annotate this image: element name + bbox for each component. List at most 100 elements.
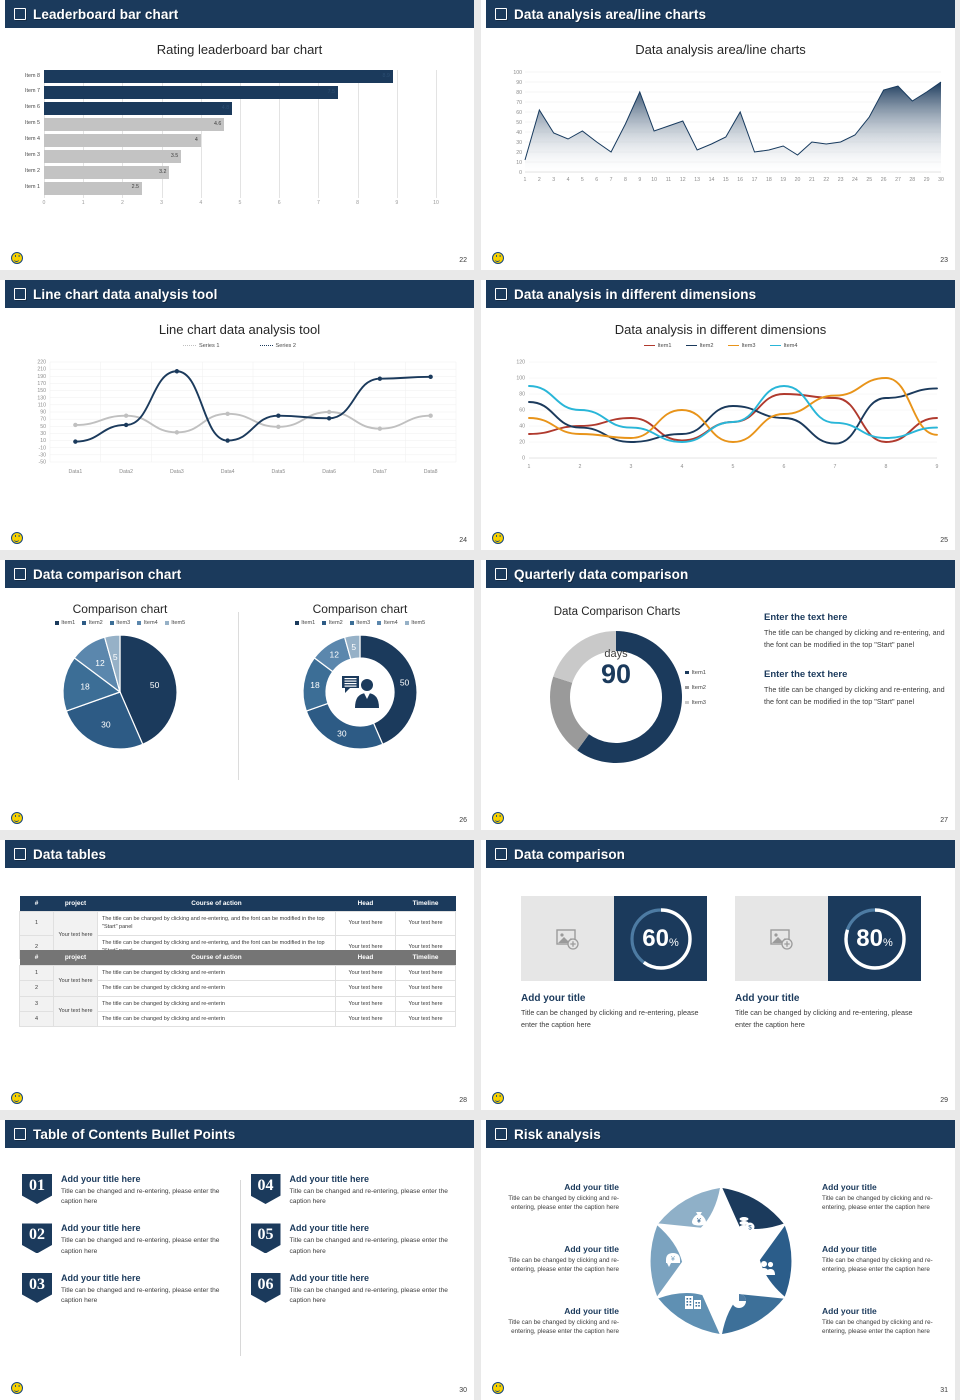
x-tick-label: 6 xyxy=(595,177,598,183)
toc-number-badge: 05 xyxy=(250,1223,281,1254)
cell-head[interactable]: Your text here xyxy=(335,995,396,1012)
cell-timeline[interactable]: Your text here xyxy=(395,911,456,936)
image-placeholder-1[interactable] xyxy=(521,896,614,981)
legend-item: Item4 xyxy=(377,620,398,626)
slide-data-comparison-chart[interactable]: Data comparison chart Comparison chart I… xyxy=(0,560,479,830)
table-row[interactable]: 1 Your text here The title can be changed … xyxy=(19,911,456,959)
legend-label: Series 1 xyxy=(198,343,220,349)
cell-project[interactable]: Your text here xyxy=(53,995,98,1027)
series-point xyxy=(73,422,78,428)
series-point xyxy=(123,422,129,428)
comparison-card-1[interactable]: 60 % Add your title Title can be changed… xyxy=(521,896,707,1030)
toc-item-05[interactable]: 05 Add your title here Title can be change… xyxy=(250,1223,458,1256)
y-tick-label: 190 xyxy=(37,374,46,380)
cell-project[interactable]: Your text here xyxy=(53,965,98,997)
table-column-header: project xyxy=(53,950,98,966)
slide-leaderboard-bar-chart[interactable]: Leaderboard bar chart Rating leaderboard… xyxy=(0,0,479,270)
page-number: 25 xyxy=(940,537,948,544)
smiley-icon xyxy=(11,1382,23,1394)
right-rail xyxy=(474,1120,479,1400)
cell-head[interactable]: Your text here xyxy=(335,911,396,936)
slide-data-comparison-percent[interactable]: Data comparison 60 % Add your title Titl… xyxy=(481,840,960,1110)
bar-value-label: 4.8 xyxy=(221,104,230,111)
bar-value-label: 7.5 xyxy=(327,88,335,95)
pinwheel-segment[interactable] xyxy=(758,1222,793,1300)
slide-header-title: Data analysis area/line charts xyxy=(514,6,707,22)
table-row[interactable]: 3 Your text here The title can be changed … xyxy=(19,995,456,1027)
cell-timeline[interactable]: Your text here xyxy=(395,980,456,997)
risk-item-left-2: Add your title Title can be changed by c… xyxy=(491,1244,619,1275)
slide-area-line-charts[interactable]: Data analysis area/line charts Data anal… xyxy=(481,0,960,270)
x-tick-label: 30 xyxy=(938,177,944,183)
x-tick-label: Data3 xyxy=(170,469,184,475)
image-placeholder-2[interactable] xyxy=(735,896,828,981)
y-tick-label: 60 xyxy=(519,408,525,414)
cell-head[interactable]: Your text here xyxy=(335,980,396,997)
card-1-body: Title can be changed by clicking and re-… xyxy=(521,1008,699,1029)
slide-data-tables[interactable]: Data tables # project Course of action Head… xyxy=(0,840,479,1110)
toc-item-01[interactable]: 01 Add your title here Title can be change… xyxy=(22,1174,229,1207)
slide-line-chart-tool[interactable]: Line chart data analysis tool Line chart… xyxy=(0,280,479,550)
y-tick-label: 10 xyxy=(516,160,522,166)
comparison-card-2[interactable]: 80 % Add your title Title can be changed… xyxy=(735,896,921,1030)
y-tick-label: 100 xyxy=(516,376,525,382)
cell-timeline[interactable]: Your text here xyxy=(395,995,456,1012)
toc-item-body: Title can be changed and re-entering, pl… xyxy=(61,1188,220,1206)
cell-head[interactable]: Your text here xyxy=(335,964,396,982)
slide-risk-analysis[interactable]: Risk analysis Add your title Title can b… xyxy=(481,1120,960,1400)
pie-value-label: 30 xyxy=(101,719,111,729)
donut-slice[interactable] xyxy=(553,631,616,683)
pinwheel-segment[interactable] xyxy=(720,1292,787,1336)
cell-index: 3 xyxy=(19,995,54,1012)
y-tick-label: 0 xyxy=(519,170,522,176)
toc-item-06[interactable]: 06 Add your title here Title can be change… xyxy=(250,1272,458,1306)
cell-head[interactable]: Your text here xyxy=(335,1010,396,1028)
risk-left-1-body: Title can be changed by clicking and re-… xyxy=(508,1195,619,1212)
bar-row: Item 7 7.5 xyxy=(25,85,436,100)
x-tick-label: Data1 xyxy=(68,469,82,475)
x-tick-label: 16 xyxy=(737,177,743,183)
x-tick-label: 3 xyxy=(552,177,555,183)
x-tick-label: 8 xyxy=(356,200,360,206)
slide-header: Data comparison chart xyxy=(0,560,479,588)
slide-table-of-contents[interactable]: Table of Contents Bullet Points 01 Add yo… xyxy=(0,1120,479,1400)
cell-course[interactable]: The title can be changed by clicking and… xyxy=(97,1010,336,1028)
cell-timeline[interactable]: Your text here xyxy=(395,1010,456,1028)
pinwheel-segment[interactable] xyxy=(655,1186,722,1230)
bar-row: Item 1 2.5 xyxy=(25,181,436,196)
toc-item-03[interactable]: 03 Add your title here Title can be change… xyxy=(22,1272,229,1306)
percent-ring-1: 60 % xyxy=(614,896,707,981)
slide-multi-dimension-lines[interactable]: Data analysis in different dimensions Da… xyxy=(481,280,960,550)
donut-slice[interactable] xyxy=(550,676,589,751)
pie-chart-icon xyxy=(732,1294,746,1308)
cell-index: 4 xyxy=(19,1010,54,1028)
pinwheel-segment[interactable] xyxy=(719,1185,787,1231)
toc-item-02[interactable]: 02 Add your title here Title can be change… xyxy=(22,1223,229,1256)
cell-course[interactable]: The title can be changed by clicking and… xyxy=(97,911,336,936)
pie-slice[interactable] xyxy=(305,702,384,750)
slide-body: 01 Add your title here Title can be change… xyxy=(0,1148,479,1400)
bar-fill: 3.2 xyxy=(44,165,170,180)
cell-course[interactable]: The title can be changed by clicking and… xyxy=(97,964,336,982)
slide-quarterly-data-comparison[interactable]: Quarterly data comparison Data Compariso… xyxy=(481,560,960,830)
legend-item: Item1 xyxy=(643,343,672,349)
series-point xyxy=(174,369,180,374)
table-row[interactable]: 1 Your text here The title can be changed … xyxy=(19,964,456,997)
toc-item-04[interactable]: 04 Add your title here Title can be change… xyxy=(250,1174,458,1207)
series-point xyxy=(428,374,433,380)
x-tick-label: 18 xyxy=(766,177,772,183)
y-tick-label: 30 xyxy=(40,431,46,437)
legend-label: Item1 xyxy=(301,620,316,626)
toc-number: 05 xyxy=(257,1226,274,1244)
cell-course[interactable]: The title can be changed by clicking and… xyxy=(97,995,336,1012)
y-tick-label: 50 xyxy=(40,424,46,430)
chart-title: Data analysis in different dimensions xyxy=(614,322,827,337)
cell-course[interactable]: The title can be changed by clicking and… xyxy=(97,980,336,997)
x-tick-label: 20 xyxy=(795,177,801,183)
cell-timeline[interactable]: Your text here xyxy=(395,964,456,982)
bar-fill: 4 xyxy=(44,133,201,148)
bar-row: Item 8 8.9 xyxy=(25,70,436,84)
x-tick-label: 4 xyxy=(567,177,570,183)
pie-value-label: 12 xyxy=(330,649,340,659)
table-bottom[interactable]: # project Course of action Head Timeline 1 Yo… xyxy=(19,950,456,1028)
